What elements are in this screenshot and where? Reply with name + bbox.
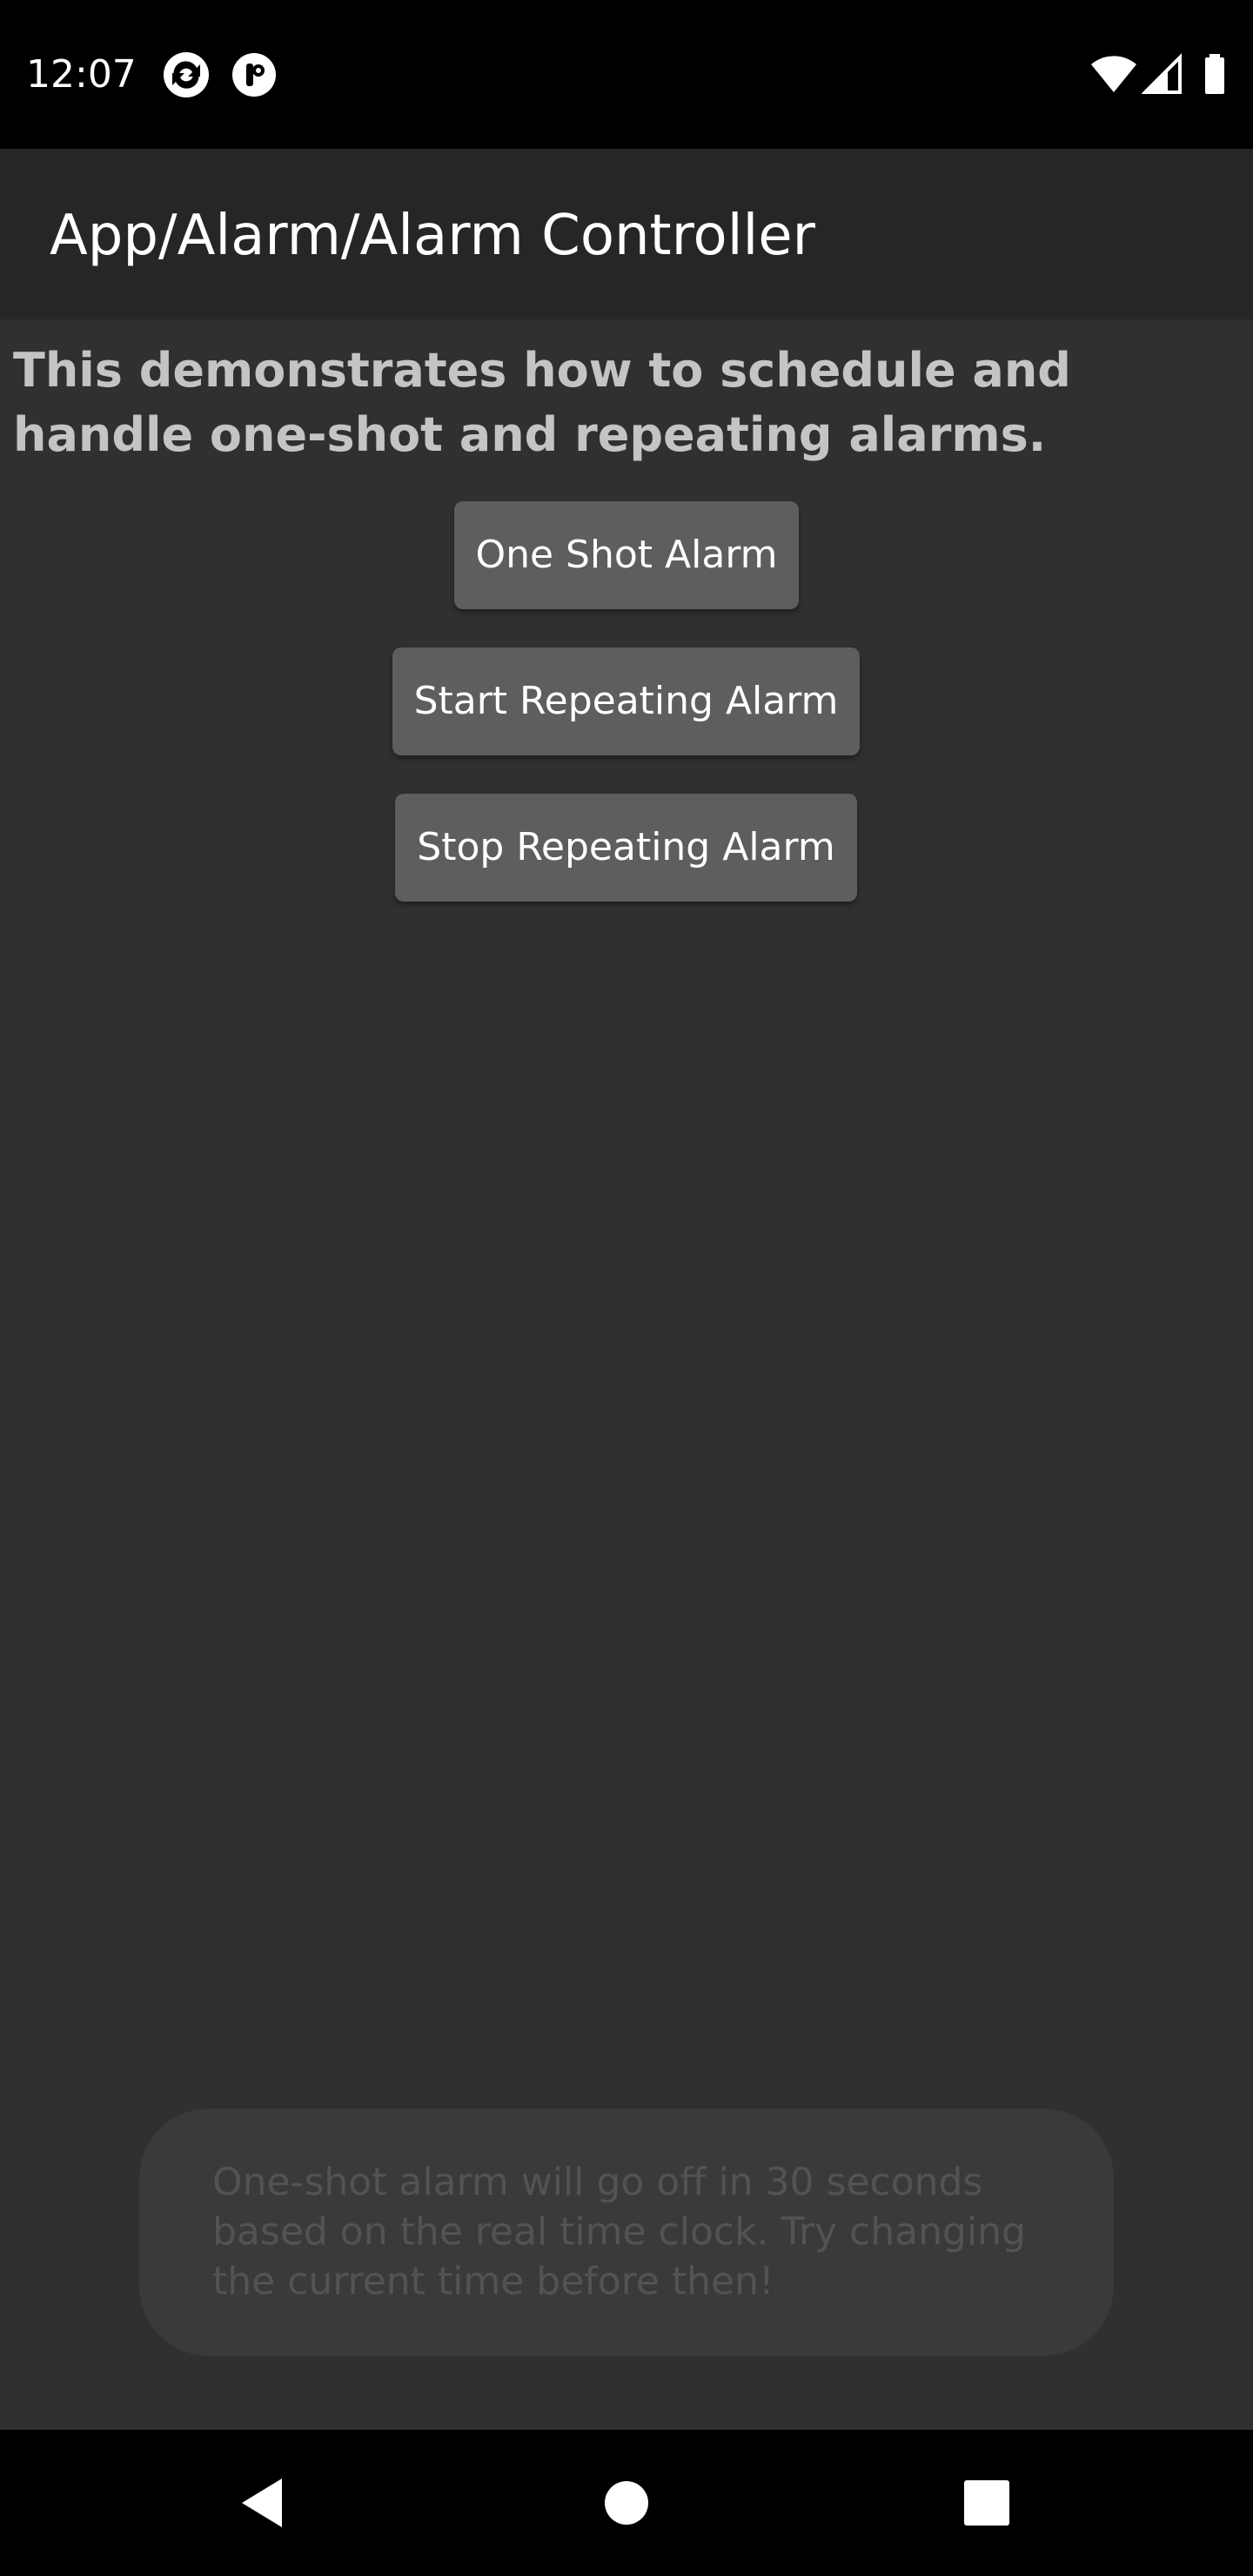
- cell-signal-icon: [1141, 50, 1190, 99]
- description-text: This demonstrates how to schedule and ha…: [13, 343, 1071, 462]
- one-shot-alarm-button[interactable]: One Shot Alarm: [454, 501, 799, 609]
- page-title: App/Alarm/Alarm Controller: [50, 204, 815, 268]
- home-icon[interactable]: [592, 2468, 661, 2538]
- start-repeating-alarm-button[interactable]: Start Repeating Alarm: [392, 647, 860, 755]
- toast-text: One-shot alarm will go off in 30 seconds…: [212, 2160, 1026, 2304]
- sync-app-icon: [162, 50, 211, 99]
- toast-message: One-shot alarm will go off in 30 seconds…: [139, 2109, 1114, 2356]
- pocket-casts-icon: [230, 50, 278, 99]
- app-bar: App/Alarm/Alarm Controller: [0, 149, 1253, 319]
- stop-repeating-alarm-button[interactable]: Stop Repeating Alarm: [395, 794, 857, 902]
- recents-icon[interactable]: [952, 2468, 1022, 2538]
- navigation-bar: [0, 2430, 1253, 2576]
- main-content: This demonstrates how to schedule and ha…: [0, 319, 1253, 2430]
- back-icon[interactable]: [228, 2468, 298, 2538]
- wifi-icon: [1089, 50, 1138, 99]
- status-bar: 12:07: [0, 0, 1253, 149]
- battery-icon: [1192, 50, 1241, 99]
- status-time: 12:07: [26, 52, 137, 97]
